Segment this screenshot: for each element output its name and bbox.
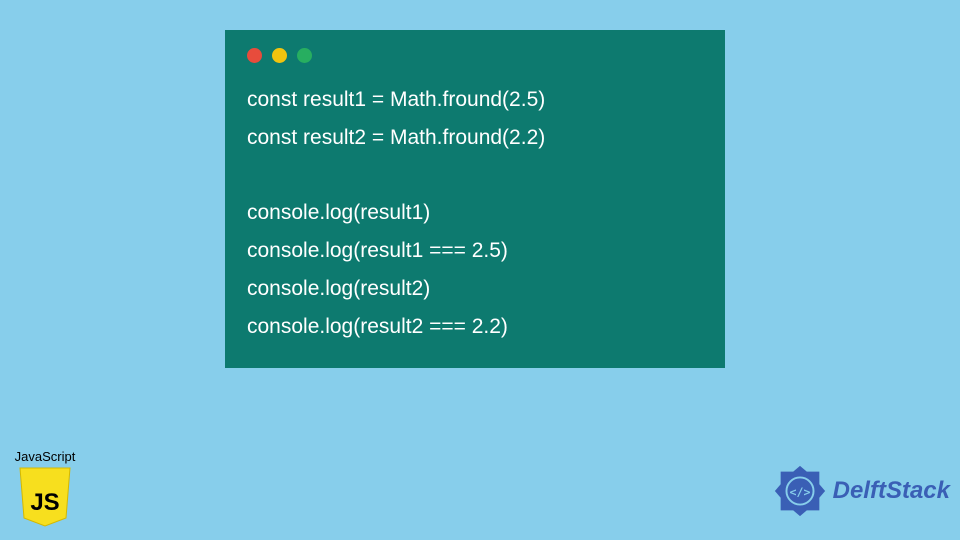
traffic-lights (247, 48, 703, 63)
minimize-icon (272, 48, 287, 63)
close-icon (247, 48, 262, 63)
delftstack-logo-icon: </> (771, 462, 829, 520)
delftstack-text: DelftStack (833, 477, 950, 505)
delftstack-badge: </> DelftStack (771, 462, 950, 520)
code-block: const result1 = Math.fround(2.5) const r… (247, 81, 703, 346)
code-window: const result1 = Math.fround(2.5) const r… (225, 30, 725, 368)
javascript-badge: JavaScript JS (10, 449, 80, 530)
js-logo-icon: JS (18, 466, 72, 530)
js-logo-text: JS (30, 489, 59, 516)
js-label: JavaScript (10, 449, 80, 464)
svg-text:</>: </> (789, 485, 810, 499)
maximize-icon (297, 48, 312, 63)
